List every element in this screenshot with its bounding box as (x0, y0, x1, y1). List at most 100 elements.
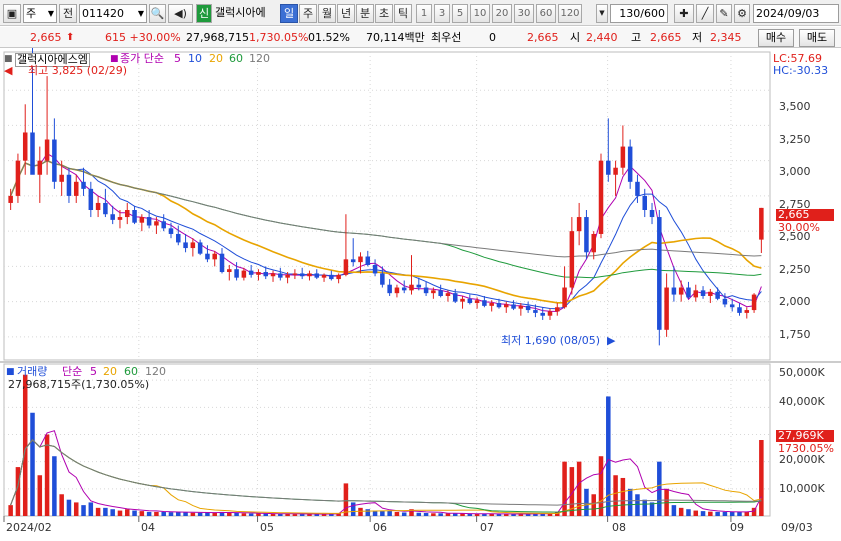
gear-icon[interactable]: ⚙ (734, 4, 750, 23)
price-tick: 3,250 (779, 133, 811, 146)
chart-svg[interactable] (0, 48, 841, 541)
volume-bar (722, 511, 728, 516)
volume-bar (270, 513, 276, 516)
candle-body (139, 217, 145, 223)
candle-body (154, 221, 159, 226)
candle-body (452, 293, 458, 302)
candle-body (460, 298, 465, 302)
market-type-value: 주 (26, 7, 37, 20)
interval-20[interactable]: 20 (492, 4, 512, 23)
low-price: 2,345 (710, 31, 742, 44)
tab-year[interactable]: 년 (337, 4, 355, 23)
volume-bar (700, 511, 706, 516)
volume-pct: 1730.05% (778, 442, 834, 455)
high-price: 2,665 (650, 31, 682, 44)
volume-bar (154, 511, 159, 516)
interval-60[interactable]: 60 (536, 4, 556, 23)
market-label[interactable]: 전 (59, 4, 77, 23)
tab-week[interactable]: 주 (299, 4, 317, 23)
x-axis-label: 2024/02 (6, 521, 52, 534)
toolbar: ▣ 주 ▼ 전 011420 ▼ 🔍 ◀) 신 갤럭시아에 일 주 월 년 분 … (0, 0, 841, 26)
turnover-rate: 01.52% (308, 31, 350, 44)
page-counter[interactable]: 130/600 (610, 4, 668, 23)
speaker-icon[interactable]: ◀) (168, 4, 193, 23)
right-arrow-icon: ▶ (607, 334, 616, 347)
candle-body (438, 290, 443, 296)
candle-body (30, 132, 35, 175)
candle-body (693, 290, 699, 298)
buy-button[interactable]: 매수 (758, 29, 794, 47)
volume-bar (598, 456, 604, 516)
candle-body (358, 256, 363, 263)
candle-body (525, 305, 531, 311)
low-label: 저 (692, 31, 703, 44)
volume-bar (343, 483, 349, 516)
market-type-select[interactable]: 주 ▼ (23, 4, 57, 23)
interval-10[interactable]: 10 (470, 4, 490, 23)
candle-body (183, 242, 188, 249)
candle-body (416, 284, 422, 288)
price-ma-line-10 (10, 160, 762, 310)
candle-body (103, 202, 108, 215)
ma-5-label: 5 (174, 52, 181, 65)
candle-body (81, 181, 86, 189)
draw-line-icon[interactable]: ╱ (696, 4, 714, 23)
chevron-down-icon[interactable]: ▼ (596, 4, 608, 23)
candle-body (241, 270, 247, 278)
tab-second[interactable]: 초 (375, 4, 393, 23)
volume-bar (66, 499, 72, 516)
volume-indicator-label[interactable]: 단순 (62, 366, 82, 378)
interval-5[interactable]: 5 (452, 4, 468, 23)
volume-bar (146, 511, 152, 516)
candle-body (431, 290, 436, 294)
candle-body (613, 167, 618, 175)
tab-tick[interactable]: 틱 (394, 4, 412, 23)
candle-body (205, 253, 210, 260)
chart-area[interactable]: ■ 갤럭시아에스엠 ■ 종가 단순 5 10 20 60 120 LC:57.6… (0, 48, 841, 541)
tab-minute[interactable]: 분 (356, 4, 374, 23)
candle-body (489, 303, 494, 306)
tab-day[interactable]: 일 (280, 4, 298, 23)
x-axis-label: 09 (730, 521, 744, 534)
volume-pane-title[interactable]: 거래량 (17, 366, 47, 378)
volume-ratio: 1,730.05% (249, 31, 309, 44)
volume-bar (88, 502, 94, 516)
interval-30[interactable]: 30 (514, 4, 534, 23)
candle-body (66, 174, 72, 196)
volume-bar (613, 475, 618, 516)
candle-body (270, 273, 276, 277)
candle-body (547, 311, 553, 316)
price-ma-line-60 (10, 160, 762, 279)
candle-body (569, 231, 575, 288)
tab-month[interactable]: 월 (318, 4, 336, 23)
pencil-icon[interactable]: ✎ (716, 4, 732, 23)
volume-bar (729, 511, 735, 516)
price-tick: 2,000 (779, 295, 811, 308)
volume-bar (8, 505, 13, 516)
sell-button[interactable]: 매도 (799, 29, 835, 47)
search-icon[interactable]: 🔍 (149, 4, 166, 23)
trading-amount: 70,114백만 (366, 31, 425, 44)
x-axis-label: 07 (480, 521, 494, 534)
open-price: 2,440 (586, 31, 618, 44)
vol-ma-120-label: 120 (145, 365, 166, 378)
candle-body (562, 287, 567, 308)
max-price-note: 최고 3,825 (02/29) (28, 64, 128, 77)
candle-body (722, 298, 728, 305)
price-ma-line-5 (10, 152, 762, 313)
volume-bar (635, 494, 640, 516)
interval-3[interactable]: 3 (434, 4, 450, 23)
date-display[interactable]: 2024/09/03 (753, 4, 839, 23)
candle-body (394, 287, 400, 294)
window-icon[interactable]: ▣ (3, 4, 21, 23)
interval-1[interactable]: 1 (416, 4, 432, 23)
ma-60-label: 60 (229, 52, 243, 65)
volume-bar (52, 456, 57, 516)
volume-bar (350, 502, 356, 516)
candle-body (744, 310, 750, 313)
candle-body (423, 287, 429, 294)
crosshair-icon[interactable]: ✚ (674, 4, 694, 23)
interval-120[interactable]: 120 (558, 4, 582, 23)
candle-body (8, 195, 13, 203)
stock-code-input[interactable]: 011420 ▼ (79, 4, 147, 23)
